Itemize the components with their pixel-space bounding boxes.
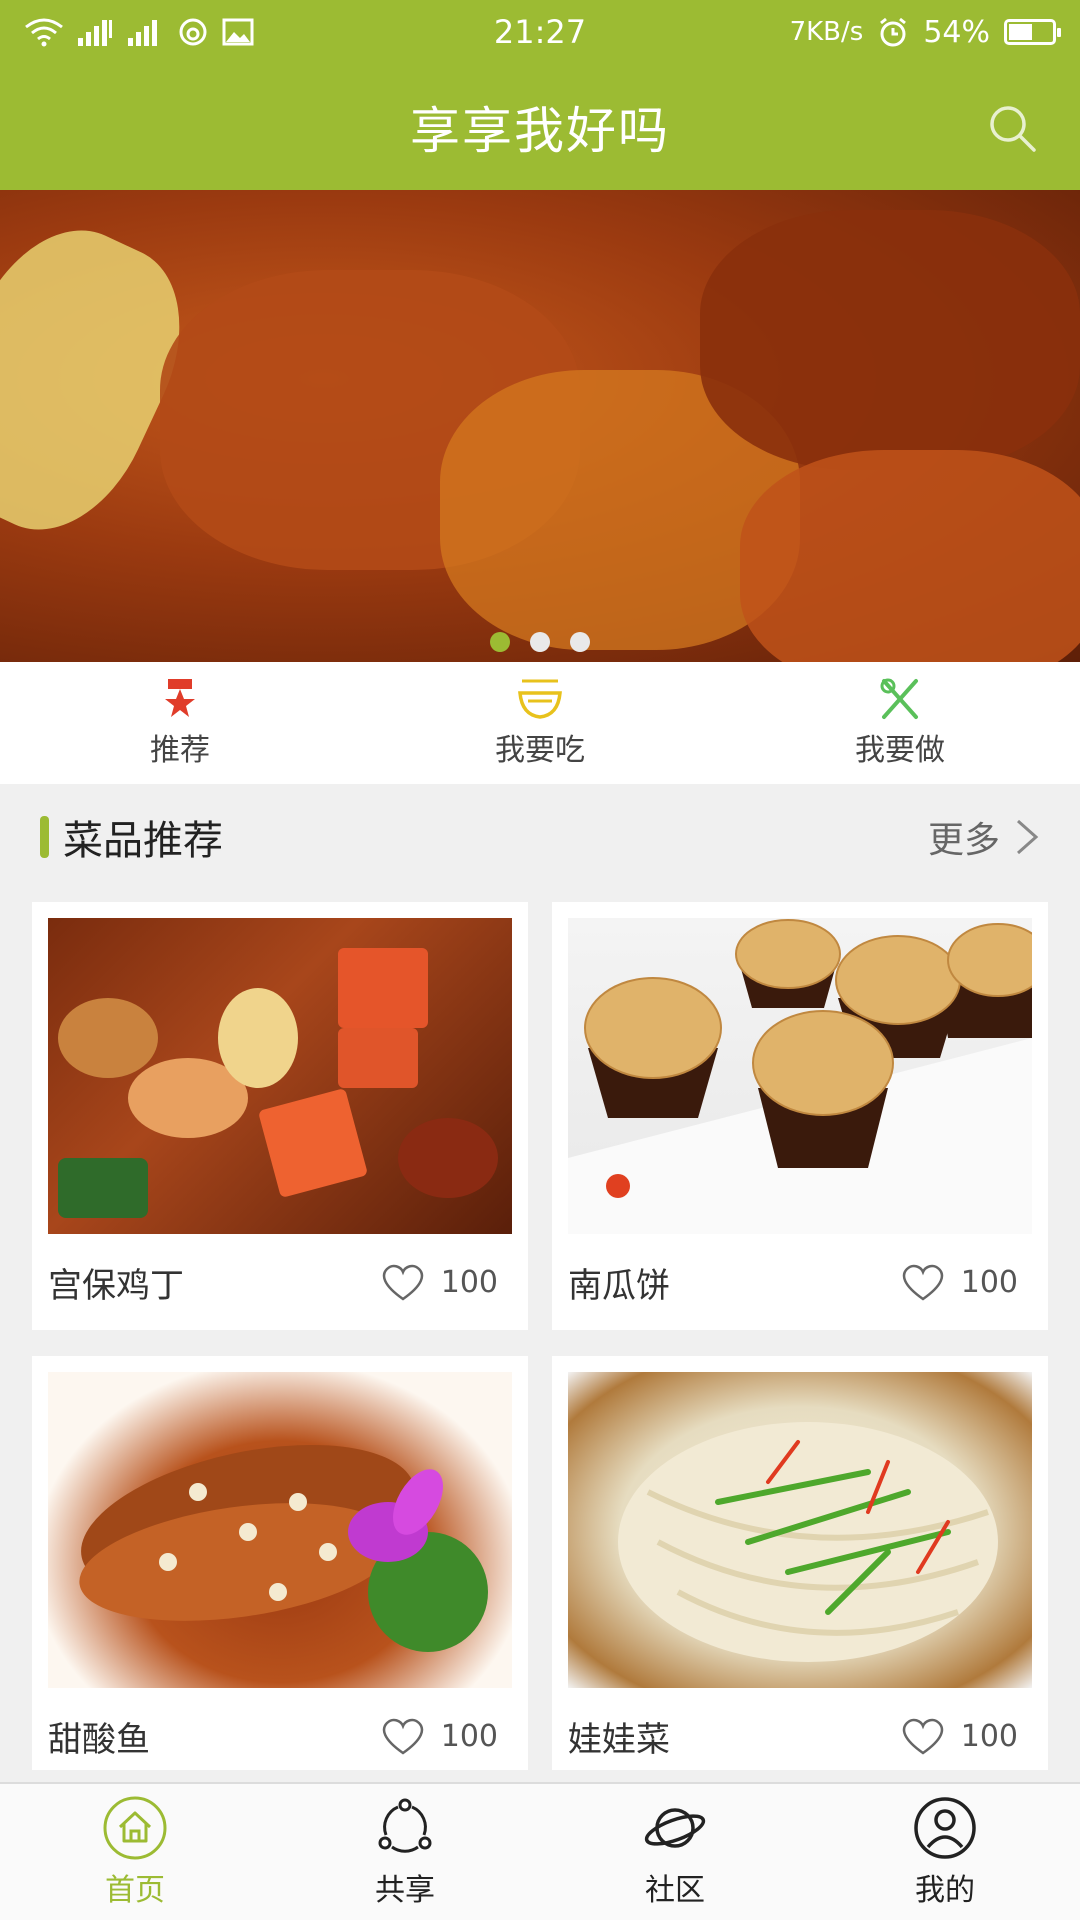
nav-label: 首页 [105,1873,165,1908]
status-left-icons [24,17,254,47]
dish-image [568,1372,1032,1688]
dish-card[interactable]: 甜酸鱼 100 [32,1356,528,1770]
dish-image [568,918,1032,1234]
dish-footer: 娃娃菜 100 [568,1704,1032,1768]
dish-photo-cabbage [618,1422,998,1662]
dish-image [48,918,512,1234]
utensils-icon [880,678,918,719]
category-row: 推荐 我要吃 我要做 [0,662,1080,784]
battery-percent: 54% [923,14,990,50]
nav-label: 共享 [375,1873,435,1908]
user-icon [914,1797,976,1859]
section-accent-bar [40,816,49,858]
bowl-icon [518,679,562,719]
nav-home[interactable]: 首页 [0,1784,270,1920]
dish-name: 甜酸鱼 [48,1719,150,1760]
weibo-icon [179,18,207,46]
section-title-group: 菜品推荐 [40,808,223,866]
carousel-dot[interactable] [490,632,510,652]
banner-food-image [740,450,1080,662]
like-count: 100 [440,1718,498,1754]
wifi-icon [25,18,63,47]
heart-icon [902,1264,943,1301]
status-right-icons: 7KB/s 54% [789,14,1061,50]
dish-image [48,1372,512,1688]
category-eat[interactable]: 我要吃 [360,662,720,784]
nav-profile[interactable]: 我的 [810,1784,1080,1920]
more-label: 更多 [927,820,1000,861]
battery-fill [1009,24,1032,40]
dish-name: 娃娃菜 [568,1719,670,1760]
like-button[interactable]: 100 [379,1261,512,1303]
like-button[interactable]: 100 [899,1261,1032,1303]
dish-footer: 南瓜饼 100 [568,1250,1032,1314]
status-bar: 21:27 7KB/s 54% [0,0,1080,64]
app-header: 享享我好吗 [0,64,1080,190]
net-speed: 7KB/s [789,17,864,47]
dish-footer: 宫保鸡丁 100 [48,1250,512,1314]
home-icon [103,1796,167,1860]
dish-name: 宫保鸡丁 [48,1265,184,1306]
like-button[interactable]: 100 [379,1715,512,1757]
like-count: 100 [960,1264,1018,1300]
page-title: 享享我好吗 [410,102,670,160]
signal-icon [78,20,112,46]
carousel-dots [0,632,1080,652]
dish-footer: 甜酸鱼 100 [48,1704,512,1768]
nav-label: 社区 [645,1873,705,1908]
signal-icon [128,20,157,46]
heart-icon [902,1718,943,1755]
section-title: 菜品推荐 [63,818,223,864]
category-recommend[interactable]: 推荐 [0,662,360,784]
nav-label: 我的 [915,1873,975,1908]
alarm-icon [880,17,907,47]
nav-community[interactable]: 社区 [540,1784,810,1920]
share-icon [378,1798,432,1853]
heart-icon [382,1718,423,1755]
heart-icon [382,1264,423,1301]
dish-name: 南瓜饼 [568,1265,670,1306]
planet-icon [644,1808,706,1848]
category-label: 我要吃 [495,733,585,768]
carousel-dot[interactable] [530,632,550,652]
like-count: 100 [440,1264,498,1300]
dish-card[interactable]: 娃娃菜 100 [552,1356,1048,1770]
image-icon [222,18,254,46]
bottom-nav: 首页 共享 社区 我的 [0,1782,1080,1920]
star-badge-icon [165,679,195,717]
dish-photo-pumpkin [568,919,1032,1234]
banner-food-image [700,210,1080,470]
category-label: 推荐 [150,733,210,768]
dish-photo-fish [79,1444,488,1652]
dish-photo-kungpao [58,948,498,1218]
like-count: 100 [960,1718,1018,1754]
chevron-right-icon [1017,819,1039,855]
category-label: 我要做 [855,733,945,768]
dish-card[interactable]: 宫保鸡丁 100 [32,902,528,1330]
app-screen: 21:27 7KB/s 54% 享享我好吗 推荐 我要吃 我要做 菜品推荐 更多… [0,0,1080,1920]
nav-share[interactable]: 共享 [270,1784,540,1920]
category-cook[interactable]: 我要做 [720,662,1080,784]
banner-carousel[interactable] [0,190,1080,662]
battery-icon [1004,19,1061,45]
dish-card[interactable]: 南瓜饼 100 [552,902,1048,1330]
carousel-dot[interactable] [570,632,590,652]
search-icon[interactable] [984,100,1040,156]
like-button[interactable]: 100 [899,1715,1032,1757]
section-header: 菜品推荐 更多 [0,784,1080,890]
more-link[interactable]: 更多 [928,811,1040,863]
